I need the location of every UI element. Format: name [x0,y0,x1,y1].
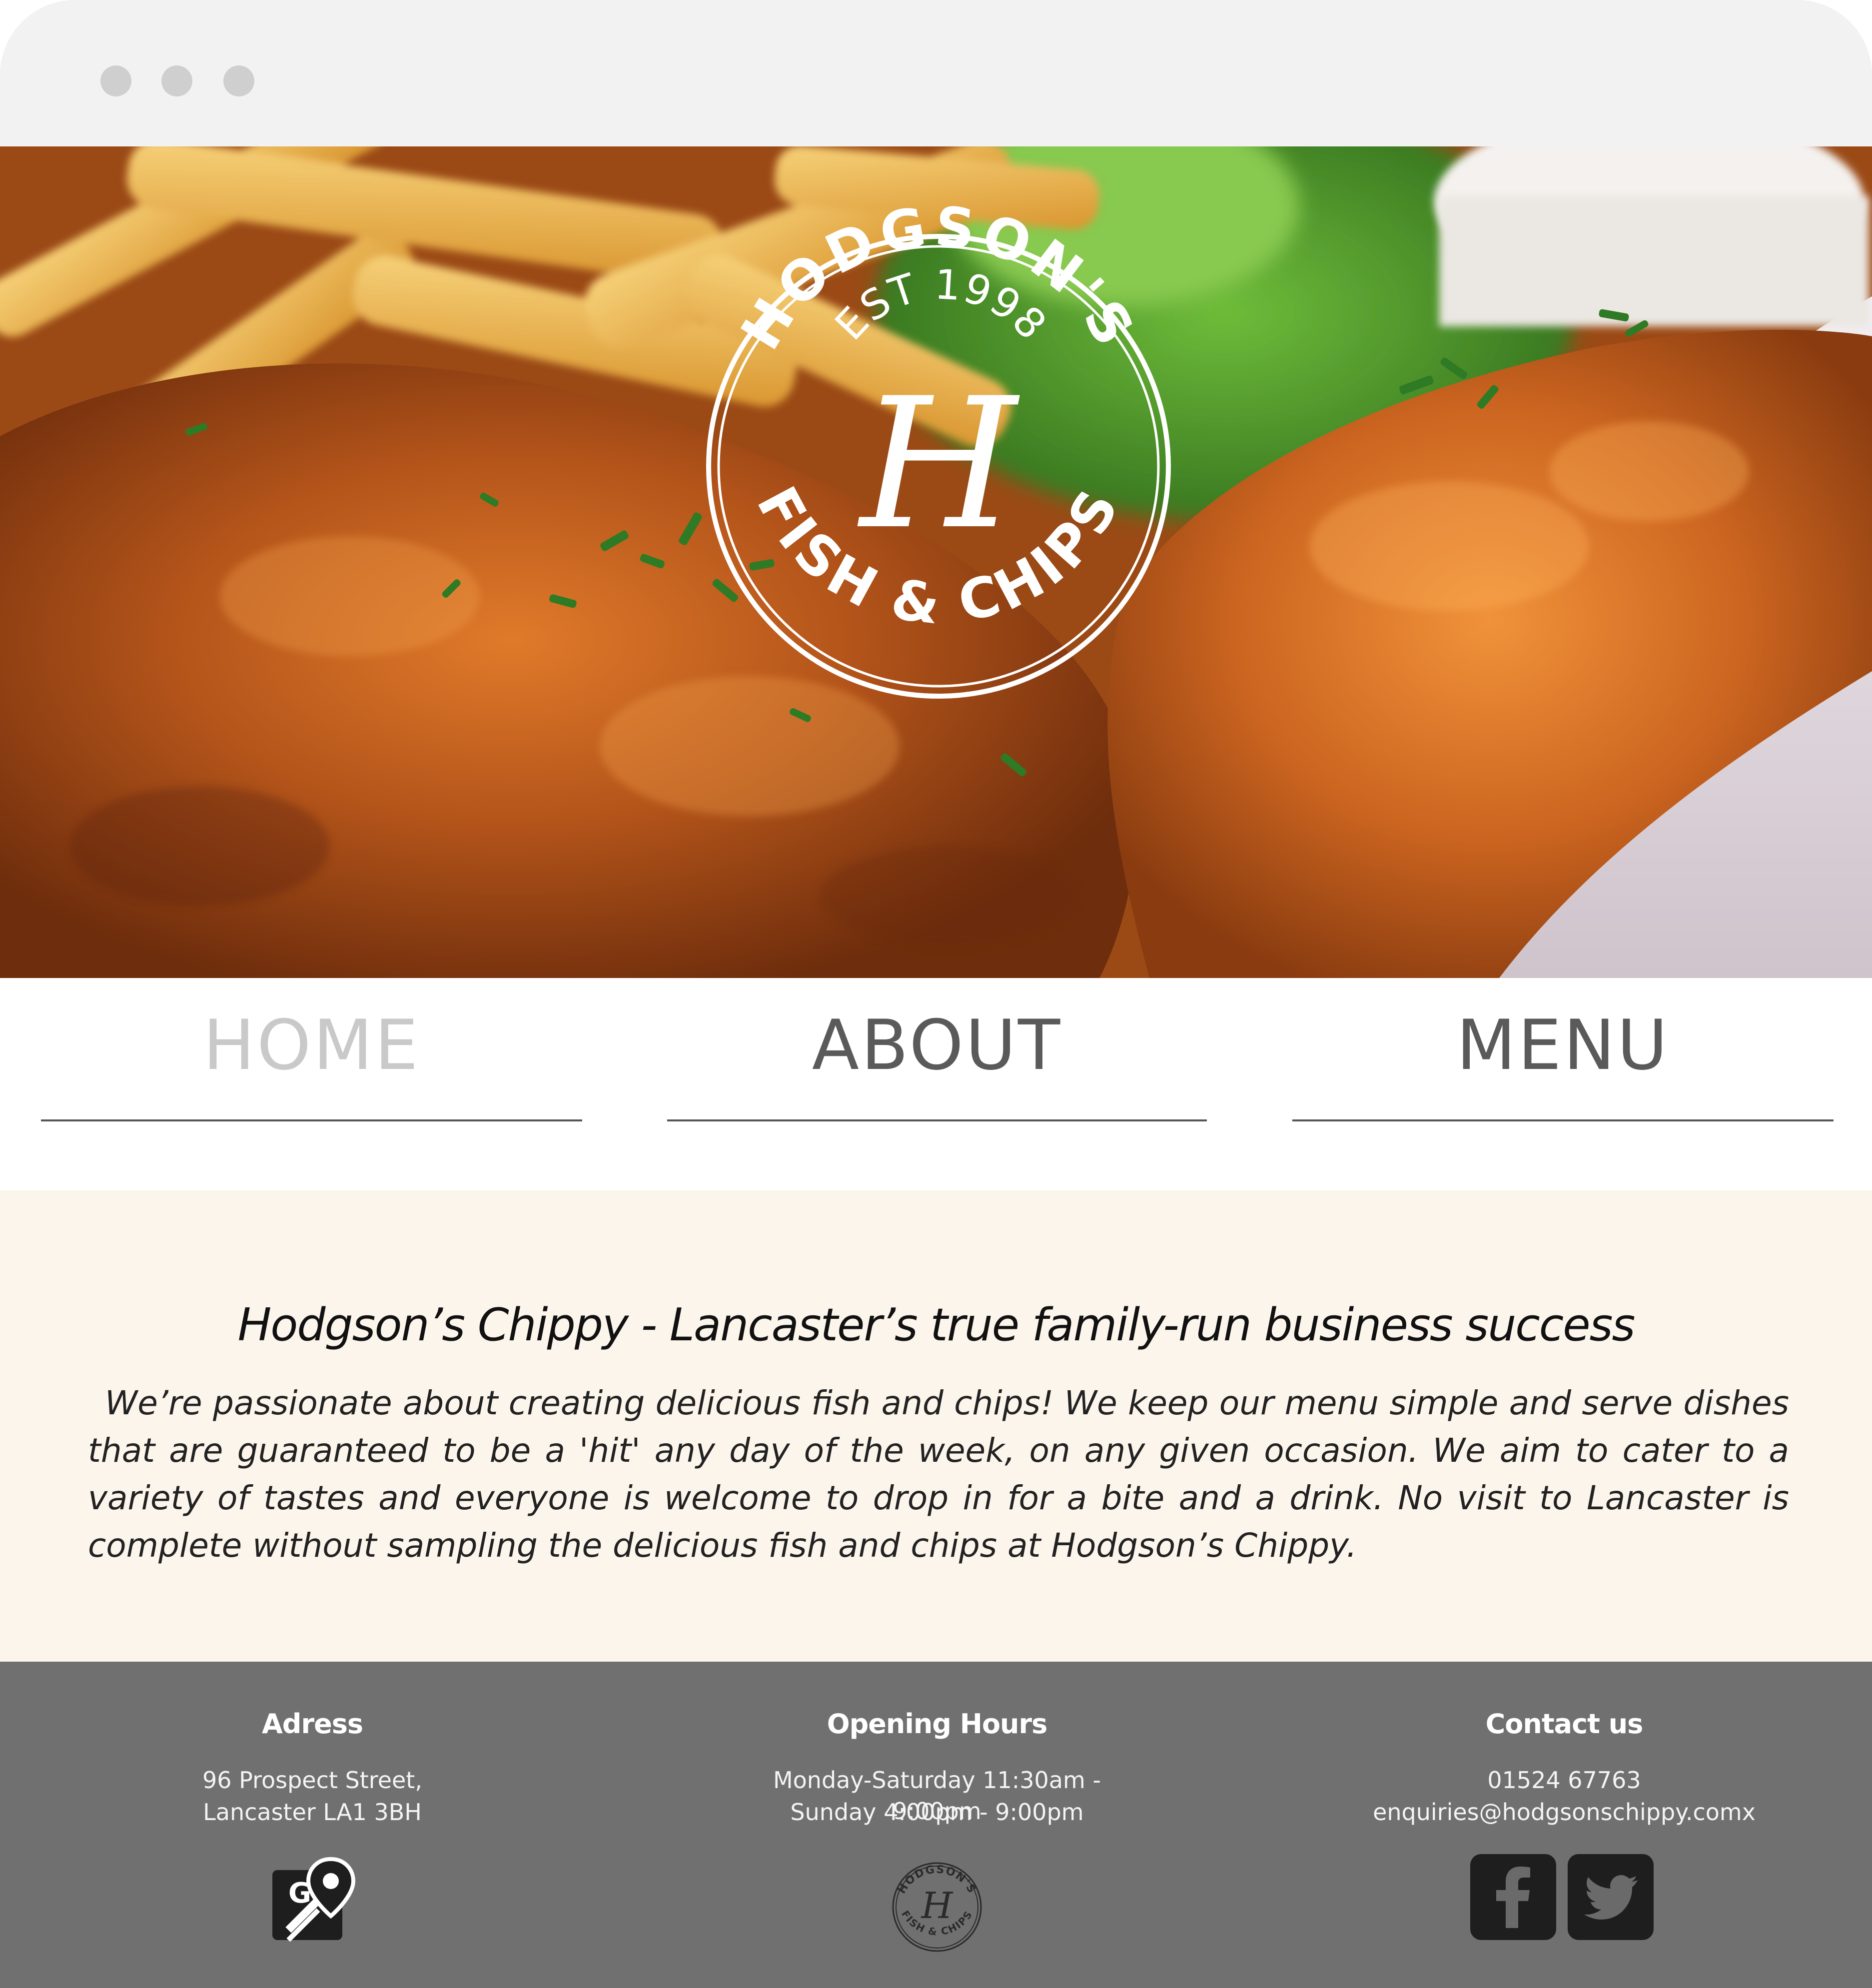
hours-line2: Sunday 4:00pm - 9:00pm [790,1799,1084,1826]
window-close-dot[interactable] [100,65,131,96]
google-maps-icon[interactable]: G [268,1855,358,1945]
hodgsons-logo[interactable]: HODGSON'S EST 1998 H FISH & CHIPS [689,146,1188,761]
logo-monogram: H [857,359,1020,569]
svg-text:H: H [921,1885,953,1927]
main-nav: HOME ABOUT MENU [0,978,1872,1190]
about-body: We’re passionate about creating deliciou… [88,1384,1789,1565]
address-line1: 96 Prospect Street, [202,1767,422,1794]
nav-about[interactable]: ABOUT [667,978,1207,1121]
nav-menu[interactable]: MENU [1292,978,1834,1121]
browser-chrome [0,0,1872,146]
browser-window: HODGSON'S EST 1998 H FISH & CHIPS HOME A… [0,0,1872,1988]
facebook-icon[interactable] [1470,1854,1556,1940]
address-heading: Adress [262,1708,363,1740]
hodgsons-logo-small: HODGSON'S H FISH & CHIPS [892,1862,982,1952]
hours-heading: Opening Hours [827,1708,1048,1740]
address-line2: Lancaster LA1 3BH [203,1799,422,1826]
footer: Adress 96 Prospect Street, Lancaster LA1… [0,1662,1872,1988]
contact-heading: Contact us [1485,1708,1644,1740]
contact-email[interactable]: enquiries@hodgsonschippy.comx [1349,1797,1779,1828]
twitter-icon[interactable] [1568,1854,1654,1940]
contact-phone[interactable]: 01524 67763 [1349,1765,1779,1796]
window-zoom-dot[interactable] [223,65,254,96]
about-title: Hodgson’s Chippy - Lancaster’s true fami… [237,1299,1636,1351]
window-minimize-dot[interactable] [161,65,192,96]
nav-home[interactable]: HOME [41,978,582,1121]
about-section: Hodgson’s Chippy - Lancaster’s true fami… [0,1190,1872,1662]
